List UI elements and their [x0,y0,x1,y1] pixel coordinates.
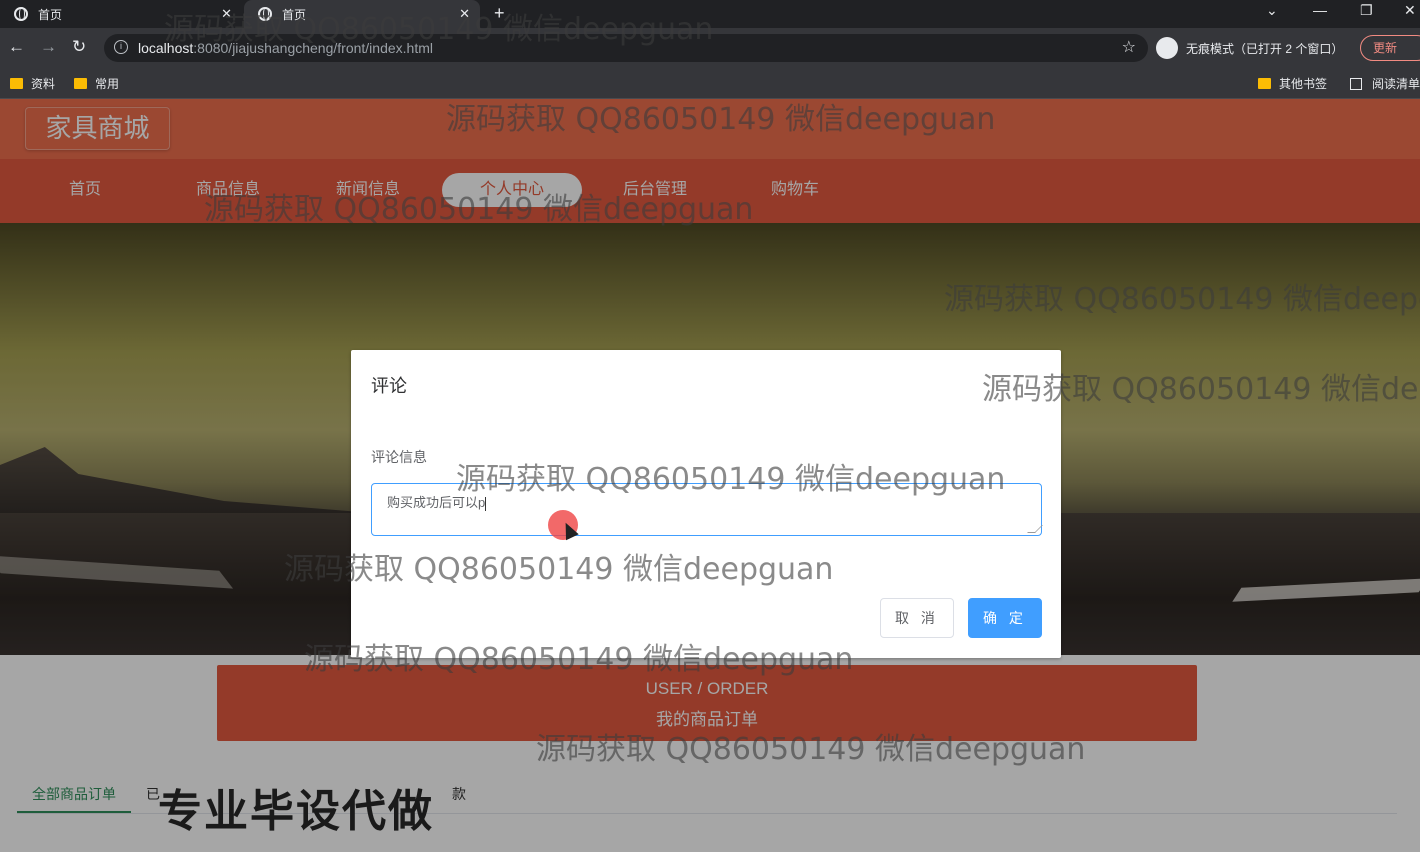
watermark-text: 源码获取 QQ86050149 微信deepguan [982,372,1420,407]
bookmark-label: 资料 [31,77,56,91]
minimize-icon[interactable]: — [1313,2,1327,18]
info-icon[interactable]: i [114,40,128,54]
bookmark-star-icon[interactable]: ☆ [1122,34,1136,62]
watermark-text: 源码获取 QQ86050149 微信deepguan [284,552,834,587]
text-caret [485,496,487,511]
folder-icon [74,78,87,89]
bookmark-folder[interactable]: 资料 [10,75,55,92]
comment-field-label: 评论信息 [371,449,427,465]
watermark-text: 源码获取 QQ86050149 微信deepguan [204,192,754,227]
watermark-text: 源码获取 QQ86050149 微信deepguan [536,732,1086,767]
folder-icon [10,78,23,89]
bookmark-folder[interactable]: 常用 [74,75,119,92]
restore-icon[interactable]: ❐ [1360,2,1373,19]
bookmark-label: 其他书签 [1279,77,1328,91]
watermark-text: 源码获取 QQ86050149 微信deepguan [446,102,996,137]
window-close-icon[interactable]: ✕ [1404,2,1416,19]
watermark-text: 源码获取 QQ86050149 微信deepguan [304,642,854,677]
promo-watermark: 专业毕设代做 [158,787,434,836]
watermark-text: 源码获取 QQ86050149 微信deepguan [456,462,1006,497]
dialog-title: 评论 [371,376,407,396]
bookmark-label: 常用 [95,77,120,91]
watermark-text: 源码获取 QQ86050149 微信deepguan [164,12,714,47]
reading-list[interactable]: 阅读清单 [1350,75,1420,92]
update-button[interactable]: 更新 [1360,35,1420,61]
resize-grip-icon[interactable] [1027,525,1043,533]
comment-dialog: 评论 评论信息 购买成功后可以p 取 消 确 定 [351,350,1061,658]
bookmark-label: 阅读清单 [1372,77,1420,91]
cancel-button[interactable]: 取 消 [880,598,954,638]
incognito-label: 无痕模式（已打开 2 个窗口） [1186,41,1344,56]
incognito-icon [1156,37,1178,59]
watermark-text: 源码获取 QQ86050149 微信deepguan [944,282,1420,317]
tab-title: 首页 [38,7,63,22]
bookmark-folder[interactable]: 其他书签 [1258,75,1327,92]
globe-icon [14,7,28,21]
reload-icon[interactable]: ↻ [72,37,86,57]
incognito-indicator[interactable]: 无痕模式（已打开 2 个窗口） [1156,34,1343,62]
back-icon[interactable]: ← [8,37,25,57]
tab-search-icon[interactable]: ⌄ [1266,2,1278,19]
folder-icon [1258,78,1271,89]
reading-list-icon [1350,77,1362,90]
confirm-button[interactable]: 确 定 [968,598,1042,638]
forward-icon[interactable]: → [40,37,57,57]
